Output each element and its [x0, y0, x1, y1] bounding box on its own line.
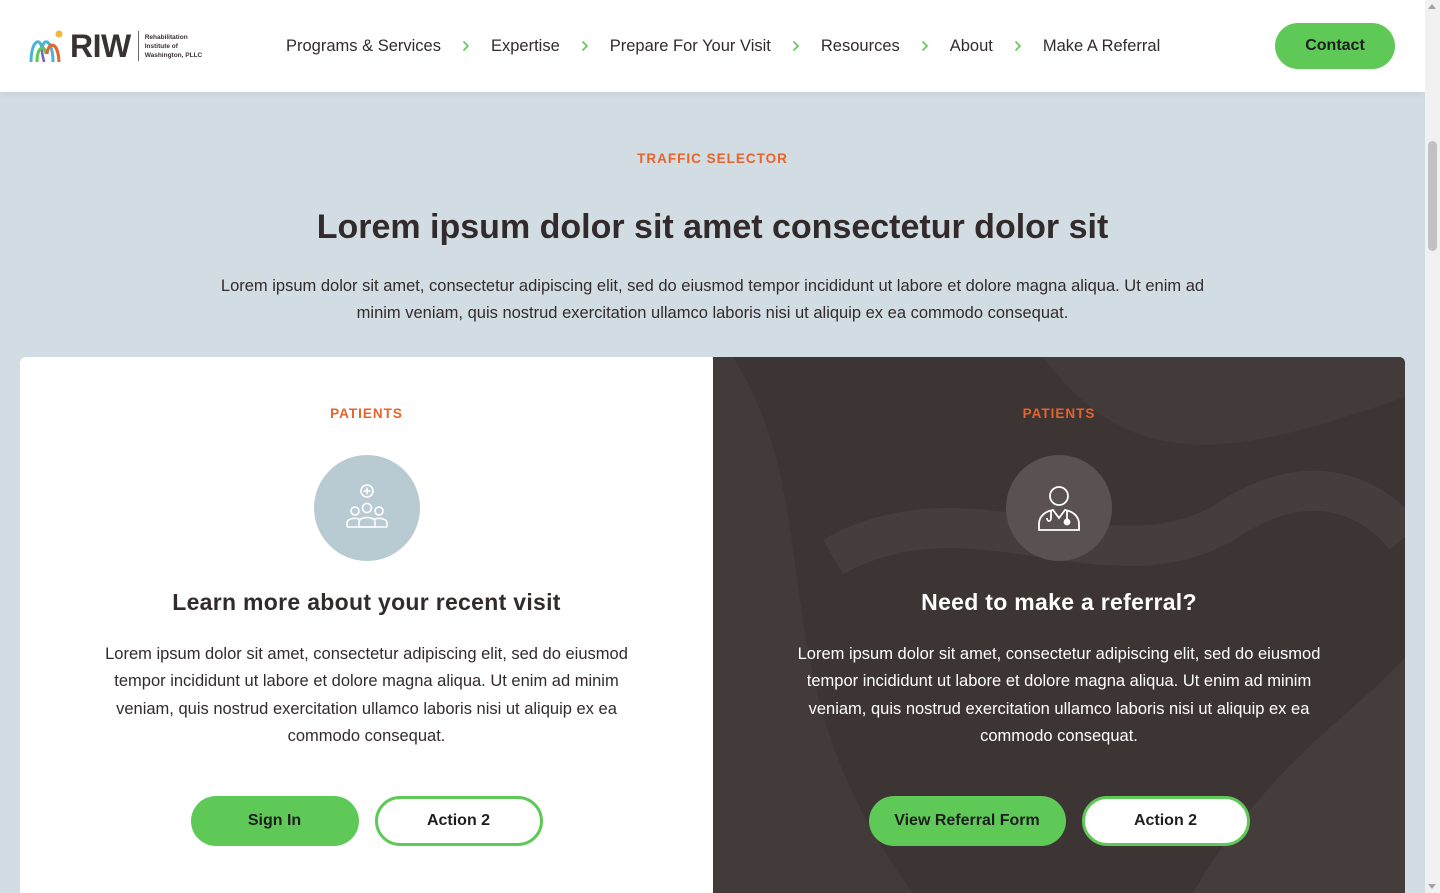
riw-logo-mark-icon	[29, 30, 63, 63]
logo-wordmark: RIW	[70, 28, 131, 64]
scroll-down-arrow-icon[interactable]	[1428, 884, 1436, 889]
main-nav: Programs & Services Expertise Prepare Fo…	[286, 33, 1160, 59]
scroll-up-arrow-icon[interactable]	[1428, 4, 1436, 9]
nav-item-make-a-referral[interactable]: Make A Referral	[1043, 37, 1160, 56]
nav-item-expertise[interactable]: Expertise	[491, 37, 560, 56]
page-scrollbar[interactable]	[1425, 0, 1440, 893]
action-2-button[interactable]: Action 2	[374, 796, 543, 846]
logo-divider	[137, 31, 139, 61]
logo[interactable]: RIW Rehabilitation Institute of Washingt…	[28, 24, 209, 68]
sign-in-button[interactable]: Sign In	[190, 796, 359, 846]
section-description: Lorem ipsum dolor sit amet, consectetur …	[220, 277, 1205, 322]
chevron-right-icon	[771, 40, 821, 52]
chevron-right-icon	[993, 40, 1043, 52]
card-description: Lorem ipsum dolor sit amet, consectetur …	[797, 645, 1321, 745]
patients-card: PATIENTS Learn more about your recent vi…	[20, 357, 713, 893]
card-actions: View Referral Form Action 2	[713, 796, 1405, 846]
chevron-right-icon	[441, 40, 491, 52]
site-header: RIW Rehabilitation Institute of Washingt…	[0, 0, 1425, 92]
nav-item-prepare-for-your-visit[interactable]: Prepare For Your Visit	[610, 37, 771, 56]
nav-item-about[interactable]: About	[950, 37, 993, 56]
scrollbar-thumb[interactable]	[1428, 141, 1437, 251]
logo-subtitle: Rehabilitation Institute of Washington, …	[145, 33, 209, 60]
contact-button[interactable]: Contact	[1275, 23, 1395, 69]
nav-item-resources[interactable]: Resources	[821, 37, 900, 56]
card-title: Learn more about your recent visit	[172, 589, 561, 615]
card-description: Lorem ipsum dolor sit amet, consectetur …	[105, 645, 628, 745]
doctor-icon	[1006, 455, 1112, 561]
card-title: Need to make a referral?	[921, 589, 1197, 615]
logo-subtitle-line: Rehabilitation	[144, 33, 188, 41]
nav-item-programs-services[interactable]: Programs & Services	[286, 37, 441, 56]
chevron-right-icon	[900, 40, 950, 52]
logo-subtitle-line: Washington, PLLC	[144, 51, 203, 59]
referral-card: PATIENTS Need to make a referral? Lorem …	[713, 357, 1405, 893]
section-eyebrow: TRAFFIC SELECTOR	[637, 151, 788, 166]
view-referral-form-button[interactable]: View Referral Form	[868, 796, 1066, 846]
card-actions: Sign In Action 2	[20, 796, 713, 846]
chevron-right-icon	[560, 40, 610, 52]
action-2-button[interactable]: Action 2	[1081, 796, 1250, 846]
section-title: Lorem ipsum dolor sit amet consectetur d…	[316, 208, 1109, 246]
patients-group-icon	[313, 455, 420, 561]
logo-subtitle-line: Institute of	[144, 42, 178, 50]
card-eyebrow: PATIENTS	[1022, 406, 1096, 421]
card-eyebrow: PATIENTS	[330, 406, 403, 421]
